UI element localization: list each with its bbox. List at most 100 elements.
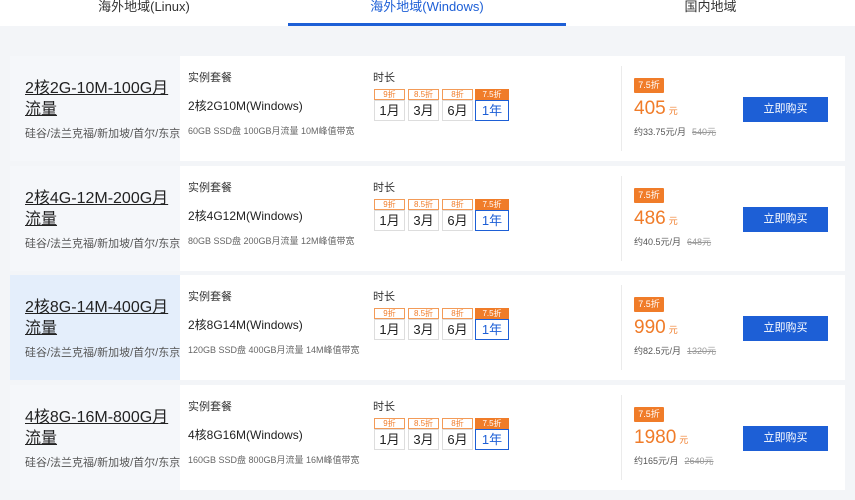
- duration-option-6m[interactable]: 8折 6月: [442, 89, 473, 121]
- duration-option-3m[interactable]: 8.5折 3月: [408, 308, 439, 340]
- plan-card: 2核4G-12M-200G月流量 硅谷/法兰克福/新加坡/首尔/东京 实例套餐 …: [10, 166, 845, 271]
- plan-card: 2核2G-10M-100G月流量 硅谷/法兰克福/新加坡/首尔/东京 实例套餐 …: [10, 56, 845, 161]
- plan-regions: 硅谷/法兰克福/新加坡/首尔/东京: [25, 128, 181, 140]
- buy-now-button[interactable]: 立即购买: [743, 316, 828, 341]
- duration-text: 6月: [447, 213, 468, 228]
- spec-label: 实例套餐: [188, 291, 232, 303]
- plan-summary: 2核2G-10M-100G月流量 硅谷/法兰克福/新加坡/首尔/东京: [10, 56, 180, 161]
- plan-regions: 硅谷/法兰克福/新加坡/首尔/东京: [25, 238, 181, 250]
- duration-label: 时长: [373, 291, 395, 303]
- duration-label: 时长: [373, 72, 395, 84]
- monthly-price: 约165元/月 2640元: [634, 454, 714, 467]
- spec-label: 实例套餐: [188, 182, 232, 194]
- duration-option-1m[interactable]: 9折 1月: [374, 308, 405, 340]
- duration-option-6m[interactable]: 8折 6月: [442, 199, 473, 231]
- duration-text: 1月: [379, 432, 400, 447]
- spec-name: 2核4G12M(Windows): [188, 209, 303, 223]
- duration-text: 3月: [413, 213, 434, 228]
- plan-summary: 2核4G-12M-200G月流量 硅谷/法兰克福/新加坡/首尔/东京: [10, 166, 180, 271]
- duration-text: 1年: [481, 432, 503, 447]
- buy-now-button[interactable]: 立即购买: [743, 207, 828, 232]
- duration-text: 6月: [447, 432, 468, 447]
- original-price: 648元: [687, 237, 712, 247]
- duration-option-3m[interactable]: 8.5折 3月: [408, 418, 439, 450]
- spec-description: 60GB SSD盘 100GB月流量 10M峰值带宽: [188, 126, 355, 136]
- duration-option-1m[interactable]: 9折 1月: [374, 418, 405, 450]
- plan-name: 2核8G-14M-400G月流量: [25, 299, 169, 337]
- spec-name: 4核8G16M(Windows): [188, 428, 303, 442]
- price-unit: 元: [668, 216, 678, 226]
- monthly-price: 约33.75元/月 540元: [634, 125, 716, 138]
- duration-text: 1月: [379, 103, 400, 118]
- duration-option-3m[interactable]: 8.5折 3月: [408, 89, 439, 121]
- duration-option-6m[interactable]: 8折 6月: [442, 308, 473, 340]
- divider: [621, 176, 622, 261]
- tab-label: 海外地域(Windows): [370, 0, 484, 14]
- price-amount: 990: [634, 317, 666, 338]
- duration-label: 时长: [373, 182, 395, 194]
- discount-badge: 7.5折: [475, 89, 509, 100]
- duration-option-1y[interactable]: 7.5折 1年: [475, 418, 509, 450]
- duration-option-3m[interactable]: 8.5折 3月: [408, 199, 439, 231]
- discount-badge: 8折: [442, 308, 473, 319]
- plan-summary: 2核8G-14M-400G月流量 硅谷/法兰克福/新加坡/首尔/东京: [10, 275, 180, 380]
- price-amount: 1980: [634, 427, 677, 448]
- duration-option-1y[interactable]: 7.5折 1年: [475, 89, 509, 121]
- duration-option-1m[interactable]: 9折 1月: [374, 89, 405, 121]
- spec-description: 80GB SSD盘 200GB月流量 12M峰值带宽: [188, 236, 355, 246]
- duration-label: 时长: [373, 401, 395, 413]
- discount-badge: 8.5折: [408, 308, 439, 319]
- monthly-amount: 约165元/月: [634, 456, 679, 466]
- duration-text: 3月: [413, 432, 434, 447]
- duration-option-1m[interactable]: 9折 1月: [374, 199, 405, 231]
- original-price: 2640元: [684, 456, 714, 466]
- price-amount: 405: [634, 98, 666, 119]
- price-unit: 元: [679, 435, 689, 445]
- discount-badge: 9折: [374, 89, 405, 100]
- discount-badge: 8.5折: [408, 89, 439, 100]
- discount-badge: 7.5折: [475, 418, 509, 429]
- plan-regions: 硅谷/法兰克福/新加坡/首尔/东京: [25, 347, 181, 359]
- duration-option-6m[interactable]: 8折 6月: [442, 418, 473, 450]
- active-tab-indicator: [288, 23, 566, 26]
- monthly-amount: 约40.5元/月: [634, 237, 682, 247]
- spec-label: 实例套餐: [188, 401, 232, 413]
- divider: [621, 395, 622, 480]
- discount-badge: 8.5折: [408, 418, 439, 429]
- discount-badge: 8.5折: [408, 199, 439, 210]
- discount-tag: 7.5折: [634, 297, 664, 312]
- spec-name: 2核8G14M(Windows): [188, 318, 303, 332]
- buy-now-button[interactable]: 立即购买: [743, 426, 828, 451]
- tab-label: 国内地域: [684, 0, 737, 14]
- discount-badge: 8折: [442, 89, 473, 100]
- divider: [621, 66, 622, 151]
- price: 486 元: [634, 208, 678, 230]
- region-tabs: 海外地域(Linux) 海外地域(Windows) 国内地域: [0, 0, 855, 26]
- original-price: 1320元: [687, 346, 717, 356]
- discount-tag: 7.5折: [634, 78, 664, 93]
- discount-badge: 8折: [442, 199, 473, 210]
- plan-name: 2核2G-10M-100G月流量: [25, 80, 169, 118]
- price: 1980 元: [634, 427, 688, 449]
- tab-overseas-linux[interactable]: 海外地域(Linux): [0, 0, 288, 26]
- price: 405 元: [634, 98, 678, 120]
- price-amount: 486: [634, 208, 666, 229]
- tab-domestic[interactable]: 国内地域: [566, 0, 855, 26]
- plan-name: 2核4G-12M-200G月流量: [25, 190, 169, 228]
- spec-name: 2核2G10M(Windows): [188, 99, 303, 113]
- tab-overseas-windows[interactable]: 海外地域(Windows): [288, 0, 566, 26]
- duration-option-1y[interactable]: 7.5折 1年: [475, 199, 509, 231]
- buy-now-button[interactable]: 立即购买: [743, 97, 828, 122]
- monthly-amount: 约82.5元/月: [634, 346, 682, 356]
- discount-tag: 7.5折: [634, 407, 664, 422]
- duration-text: 1月: [379, 322, 400, 337]
- discount-badge: 7.5折: [475, 199, 509, 210]
- plan-card: 2核8G-14M-400G月流量 硅谷/法兰克福/新加坡/首尔/东京 实例套餐 …: [10, 275, 845, 380]
- divider: [621, 285, 622, 370]
- discount-tag: 7.5折: [634, 188, 664, 203]
- duration-text: 6月: [447, 322, 468, 337]
- duration-text: 1年: [481, 322, 503, 337]
- duration-text: 6月: [447, 103, 468, 118]
- duration-option-1y[interactable]: 7.5折 1年: [475, 308, 509, 340]
- original-price: 540元: [692, 127, 717, 137]
